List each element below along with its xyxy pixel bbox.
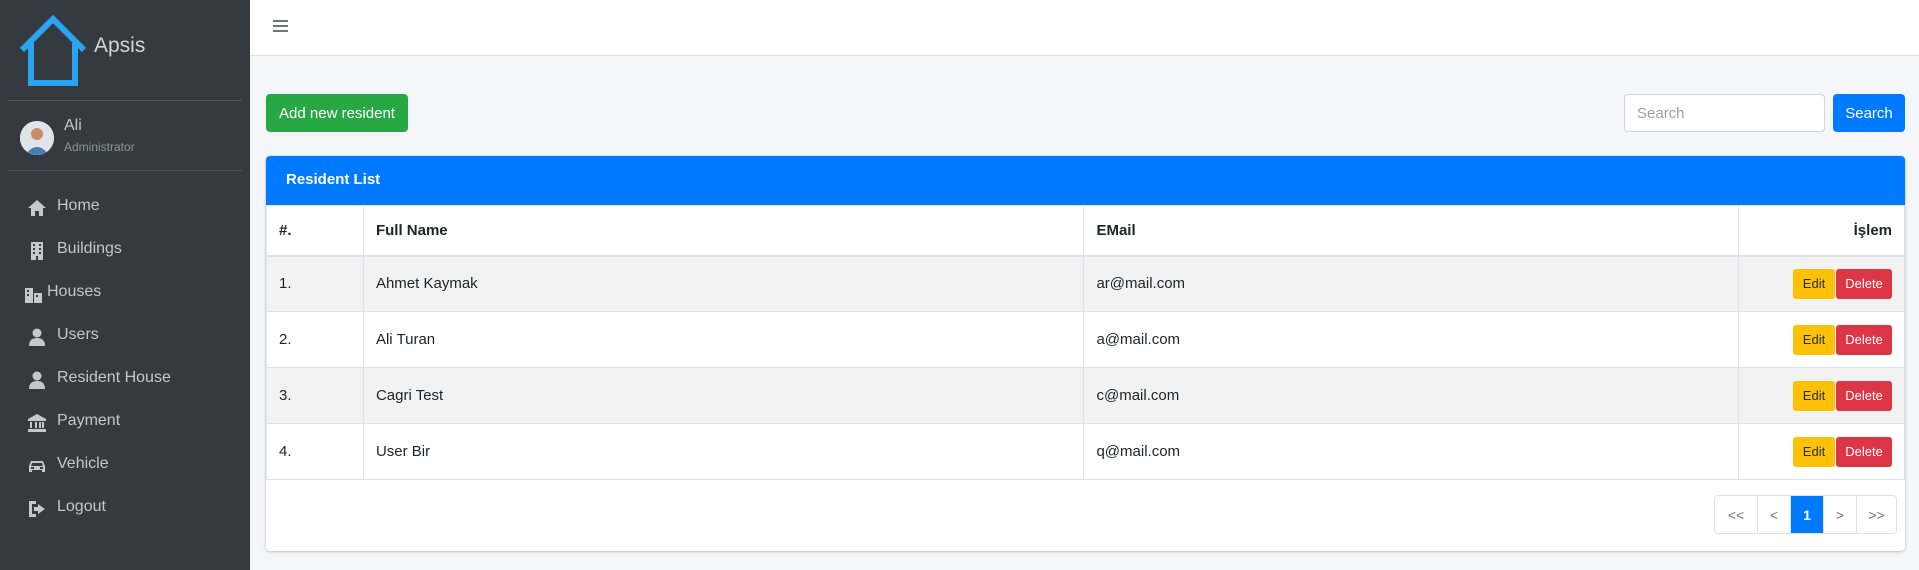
sidebar: Apsis Ali Administrator Home Buildings H… <box>0 0 250 570</box>
page-prev-button[interactable]: < <box>1757 496 1790 533</box>
sidebar-item-resident-house[interactable]: Resident House <box>8 358 242 401</box>
row-actions: Edit Delete <box>1738 367 1905 424</box>
user-icon <box>29 328 45 346</box>
menu-toggle-icon[interactable] <box>273 20 288 33</box>
user-name: Ali <box>64 117 82 134</box>
sidebar-item-label: Home <box>57 197 100 214</box>
row-full-name: Ali Turan <box>362 311 1085 368</box>
pagination: << < 1 > >> <box>1714 495 1897 534</box>
houses-icon <box>25 288 42 303</box>
row-number: 3. <box>266 367 364 424</box>
column-header-email: EMail <box>1083 205 1740 257</box>
home-icon <box>28 200 46 216</box>
row-number: 4. <box>266 423 364 480</box>
row-full-name: User Bir <box>362 423 1085 480</box>
row-actions: Edit Delete <box>1738 311 1905 368</box>
sidebar-item-label: Users <box>57 326 99 343</box>
column-header-number: #. <box>266 205 364 257</box>
edit-button[interactable]: Edit <box>1793 268 1835 299</box>
sidebar-item-logout[interactable]: Logout <box>8 487 242 530</box>
row-actions: Edit Delete <box>1738 423 1905 480</box>
search-button[interactable]: Search <box>1833 94 1905 132</box>
sidebar-nav: Home Buildings Houses Users Resident Hou… <box>8 186 242 530</box>
brand-name: Apsis <box>94 34 146 57</box>
column-header-full-name: Full Name <box>362 205 1085 257</box>
edit-button[interactable]: Edit <box>1793 324 1835 355</box>
row-email: q@mail.com <box>1083 423 1740 480</box>
edit-button[interactable]: Edit <box>1793 436 1835 467</box>
table-row: 2. Ali Turan a@mail.com Edit Delete <box>266 311 1905 368</box>
sidebar-item-label: Houses <box>47 283 102 300</box>
resident-list-card: Resident List #. Full Name EMail İşlem 1… <box>266 156 1905 551</box>
row-actions: Edit Delete <box>1738 255 1905 312</box>
user-panel[interactable]: Ali Administrator <box>8 101 242 171</box>
table-header-row: #. Full Name EMail İşlem <box>266 205 1905 257</box>
page-current-button[interactable]: 1 <box>1790 496 1823 533</box>
sidebar-item-label: Logout <box>57 498 106 515</box>
sidebar-item-label: Resident House <box>57 369 171 386</box>
sidebar-item-buildings[interactable]: Buildings <box>8 229 242 272</box>
logout-icon <box>29 501 45 517</box>
row-email: a@mail.com <box>1083 311 1740 368</box>
column-header-actions: İşlem <box>1738 205 1905 257</box>
sidebar-item-users[interactable]: Users <box>8 315 242 358</box>
sidebar-item-label: Payment <box>57 412 121 429</box>
user-role: Administrator <box>64 140 135 154</box>
user-icon <box>29 371 45 389</box>
sidebar-item-label: Vehicle <box>57 455 109 472</box>
table-row: 3. Cagri Test c@mail.com Edit Delete <box>266 367 1905 424</box>
table-row: 4. User Bir q@mail.com Edit Delete <box>266 423 1905 480</box>
sidebar-item-label: Buildings <box>57 240 122 257</box>
row-full-name: Cagri Test <box>362 367 1085 424</box>
add-resident-button[interactable]: Add new resident <box>266 94 408 132</box>
delete-button[interactable]: Delete <box>1836 436 1892 467</box>
delete-button[interactable]: Delete <box>1836 268 1892 299</box>
page-last-button[interactable]: >> <box>1856 496 1896 533</box>
bank-icon <box>28 414 46 432</box>
card-title: Resident List <box>286 171 381 188</box>
resident-table: #. Full Name EMail İşlem 1. Ahmet Kaymak… <box>266 205 1905 480</box>
top-navbar <box>250 0 1919 56</box>
row-full-name: Ahmet Kaymak <box>362 255 1085 312</box>
building-icon <box>31 242 43 260</box>
sidebar-item-vehicle[interactable]: Vehicle <box>8 444 242 487</box>
brand-link[interactable]: Apsis <box>8 0 242 101</box>
page-first-button[interactable]: << <box>1715 496 1757 533</box>
card-header: Resident List <box>266 156 1905 205</box>
row-number: 2. <box>266 311 364 368</box>
page-next-button[interactable]: > <box>1823 496 1856 533</box>
car-icon <box>29 461 45 472</box>
house-icon <box>19 14 87 86</box>
row-email: c@mail.com <box>1083 367 1740 424</box>
sidebar-item-home[interactable]: Home <box>8 186 242 229</box>
row-email: ar@mail.com <box>1083 255 1740 312</box>
delete-button[interactable]: Delete <box>1836 380 1892 411</box>
delete-button[interactable]: Delete <box>1836 324 1892 355</box>
sidebar-item-payment[interactable]: Payment <box>8 401 242 444</box>
search-input[interactable] <box>1624 94 1825 132</box>
sidebar-item-houses[interactable]: Houses <box>8 272 242 315</box>
table-row: 1. Ahmet Kaymak ar@mail.com Edit Delete <box>266 255 1905 312</box>
avatar <box>20 121 54 155</box>
edit-button[interactable]: Edit <box>1793 380 1835 411</box>
row-number: 1. <box>266 255 364 312</box>
